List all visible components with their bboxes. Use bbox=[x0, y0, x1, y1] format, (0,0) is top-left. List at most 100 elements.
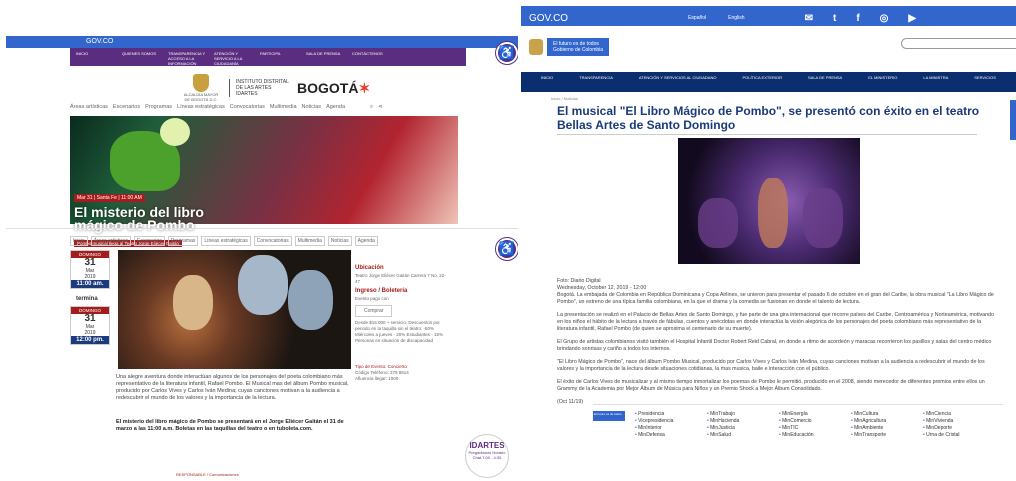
subnav2-item[interactable]: Multimedia bbox=[294, 236, 325, 246]
cancilleria-page: GOV.CO Español English ✉ t f ◎ ▶ El futu… bbox=[521, 6, 1016, 481]
scroll-indicator[interactable] bbox=[1010, 100, 1016, 140]
footer-link[interactable]: Vicepresidencia bbox=[635, 418, 701, 425]
alcaldia-logo[interactable]: ALCALDÍA MAYOR DE BOGOTÁ D.C. bbox=[181, 74, 221, 102]
footer-logo[interactable]: El futuro es de todos bbox=[593, 411, 625, 421]
search-icon[interactable]: ⌕ bbox=[370, 104, 373, 111]
paragraph: Bogotá. La embajada de Colombia en Repúb… bbox=[557, 292, 994, 305]
language-switch: Español English bbox=[688, 15, 744, 21]
accessibility-icon[interactable]: ♿ bbox=[496, 42, 518, 64]
ubicacion-title: Ubicación bbox=[355, 265, 384, 271]
nav-item[interactable]: INICIO bbox=[541, 75, 553, 89]
footer-link[interactable]: MinCiencia bbox=[923, 411, 989, 418]
ingreso-title: Ingreso / Boletería bbox=[355, 288, 408, 294]
subnav-item[interactable]: Noticias bbox=[302, 104, 322, 111]
youtube-icon[interactable]: ▶ bbox=[908, 13, 916, 24]
event-description: Una alegre aventura donde interactúan al… bbox=[116, 374, 349, 401]
nav-item[interactable]: TRANSPARENCIA bbox=[579, 75, 613, 89]
event-sidebar: Ubicación Teatro Jorge Eliécer Gaitán Ca… bbox=[355, 262, 449, 382]
nav-item[interactable]: POLÍTICA EXTERIOR bbox=[742, 75, 782, 89]
footer-col: MinCulturaMinAgriculturaMinAmbienteMinTr… bbox=[851, 411, 917, 481]
footer-link[interactable]: MinHacienda bbox=[707, 418, 773, 425]
facebook-icon[interactable]: f bbox=[856, 13, 859, 24]
subnav-item[interactable]: Multimedia bbox=[270, 104, 297, 111]
lang-es[interactable]: Español bbox=[688, 15, 706, 21]
footer-link[interactable]: Urna de Cristal bbox=[923, 432, 989, 439]
idartes-page: GOV.CO INICIO QUIENES SOMOS TRANSPARENCI… bbox=[6, 34, 518, 481]
header-logos: ALCALDÍA MAYOR DE BOGOTÁ D.C. INSTITUTO … bbox=[181, 74, 370, 102]
subnav-item[interactable]: Áreas artísticas bbox=[70, 104, 108, 111]
footer-link[interactable]: MinDefensa bbox=[635, 432, 701, 439]
menu-item-quienes[interactable]: QUIENES SOMOS bbox=[122, 51, 162, 63]
gov-logo[interactable]: El futuro es de todos Gobierno de Colombi… bbox=[529, 38, 610, 56]
subnav2-item[interactable]: Programas bbox=[167, 236, 199, 246]
ingreso-text: Evento pago con bbox=[355, 296, 389, 301]
footer-link[interactable]: MinTransporte bbox=[851, 432, 917, 439]
footer-link[interactable]: MinAgricultura bbox=[851, 418, 917, 425]
menu-item-inicio[interactable]: INICIO bbox=[76, 51, 116, 63]
event-photo bbox=[118, 250, 351, 369]
footer-link[interactable]: MinTrabajo bbox=[707, 411, 773, 418]
gov-label[interactable]: GOV.CO bbox=[529, 13, 568, 24]
subnav2-item[interactable]: Escenarios bbox=[134, 236, 165, 246]
chat-badge[interactable]: IDARTES Pregúntanos Horario Chat 7:00 - 4… bbox=[465, 434, 509, 478]
comprar-button[interactable]: Comprar bbox=[355, 305, 393, 317]
breadcrumb[interactable]: Inicio / Noticias bbox=[551, 96, 578, 101]
lang-en[interactable]: English bbox=[728, 15, 744, 21]
subnav2-item[interactable]: Áreas artísticas bbox=[90, 236, 132, 246]
menu-item-participa[interactable]: PARTICIPA bbox=[260, 51, 300, 63]
frog-eye-image bbox=[160, 118, 190, 146]
nav-item[interactable]: ATENCIÓN Y SERVICIOS AL CIUDADANO bbox=[639, 75, 717, 89]
subnav-item[interactable]: Convocatorias bbox=[230, 104, 265, 111]
article-photo bbox=[678, 138, 860, 264]
footer-link[interactable]: MinDeporte bbox=[923, 425, 989, 432]
footer-link[interactable]: MinVivienda bbox=[923, 418, 989, 425]
menu-item-contactenos[interactable]: CONTÁCTENOS bbox=[352, 51, 392, 63]
footer-link[interactable]: MinTIC bbox=[779, 425, 845, 432]
search-input[interactable] bbox=[901, 38, 1016, 49]
nav-item[interactable]: SALA DE PRENSA bbox=[808, 75, 842, 89]
menu-item-atencion[interactable]: ATENCIÓN Y SERVICIO A LA CIUDADANÍA bbox=[214, 51, 254, 66]
twitter-icon[interactable]: t bbox=[833, 13, 836, 24]
footer-link[interactable]: Presidencia bbox=[635, 411, 701, 418]
bogota-logo[interactable]: BOGOTÁ✶ bbox=[297, 80, 370, 97]
subnav2-item[interactable]: Inicio bbox=[70, 236, 88, 246]
nav-item[interactable]: LA MINISTRA bbox=[923, 75, 948, 89]
footer-link[interactable]: MinComercio bbox=[779, 418, 845, 425]
footer: El futuro es de todos PresidenciaVicepre… bbox=[593, 404, 1003, 481]
top-menu: INICIO QUIENES SOMOS TRANSPARENCIA Y ACC… bbox=[70, 48, 466, 66]
footer-link[interactable]: MinEnergía bbox=[779, 411, 845, 418]
footer-link[interactable]: MinEducación bbox=[779, 432, 845, 439]
gov-bar: GOV.CO bbox=[6, 36, 518, 48]
event-details: El misterio del libro mágico de Pombo se… bbox=[116, 419, 344, 432]
footer-link[interactable]: MinCultura bbox=[851, 411, 917, 418]
termina-label: termina bbox=[76, 296, 98, 302]
footer-link[interactable]: MinAmbiente bbox=[851, 425, 917, 432]
email-icon[interactable]: ✉ bbox=[805, 13, 813, 24]
accessibility-icon-2[interactable]: ♿ bbox=[496, 238, 518, 260]
subnav-item[interactable]: Programas bbox=[145, 104, 172, 111]
menu-item-transparencia[interactable]: TRANSPARENCIA Y ACCESO A LA INFORMACIÓN … bbox=[168, 51, 208, 66]
instagram-icon[interactable]: ◎ bbox=[880, 13, 889, 24]
menu-item-prensa[interactable]: SALA DE PRENSA bbox=[306, 51, 346, 63]
subnav2-item[interactable]: Noticias bbox=[327, 236, 352, 246]
subnav2-item[interactable]: Líneas estratégicas bbox=[201, 236, 251, 246]
footer-link[interactable]: MinInterior bbox=[635, 425, 701, 432]
subnav2-item[interactable]: Agenda bbox=[354, 236, 378, 246]
footer-col: MinEnergíaMinComercioMinTICMinEducación bbox=[779, 411, 845, 481]
footer-col: MinTrabajoMinHaciendaMinJusticiaMinSalud bbox=[707, 411, 773, 481]
institute-name[interactable]: INSTITUTO DISTRITAL DE LAS ARTES IDARTES bbox=[229, 79, 289, 97]
nav-item[interactable]: EL MINISTERIO bbox=[868, 75, 897, 89]
gov-label[interactable]: GOV.CO bbox=[86, 38, 113, 45]
share-icon[interactable]: ⋖ bbox=[378, 104, 383, 111]
puppet-figure bbox=[238, 255, 288, 315]
subnav-item[interactable]: Líneas estratégicas bbox=[177, 104, 225, 111]
subnav-item[interactable]: Agenda bbox=[326, 104, 345, 111]
divider bbox=[6, 228, 518, 229]
subnav2-item[interactable]: Convocatorias bbox=[253, 236, 292, 246]
nav-item[interactable]: SERVICIOS bbox=[974, 75, 996, 89]
ubicacion-text: Teatro Jorge Eliécer Gaitán Carrera 7 No… bbox=[355, 273, 446, 284]
footer-link[interactable]: MinSalud bbox=[707, 432, 773, 439]
subnav-item[interactable]: Escenarios bbox=[113, 104, 140, 111]
footer-col: PresidenciaVicepresidenciaMinInteriorMin… bbox=[635, 411, 701, 481]
footer-link[interactable]: MinJusticia bbox=[707, 425, 773, 432]
